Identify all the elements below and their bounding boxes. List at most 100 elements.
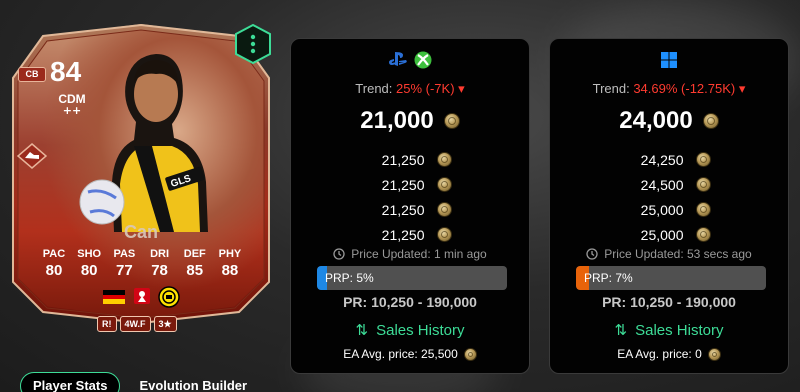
prp-label: PRP: 7%	[584, 271, 633, 285]
playstation-icon	[389, 52, 407, 66]
price-range: PR: 10,250 - 190,000	[343, 294, 477, 310]
price-updated-text: Price Updated: 1 min ago	[351, 247, 487, 261]
price-row: 21,250	[291, 147, 529, 172]
price-row: 21,250	[291, 172, 529, 197]
club-crest-icon	[158, 286, 180, 308]
prp-bar: PRP: 5%	[317, 266, 507, 290]
sort-arrows-icon: ⇅	[355, 322, 369, 339]
trend-label: Trend:	[592, 81, 630, 96]
price-row: 21,250	[291, 222, 529, 247]
position-plus: ++	[62, 104, 82, 117]
card-traits: R! 4W.F 3★	[97, 316, 177, 332]
console-price-panel: Trend: 25% (-7K) ▾ 21,000 21,250 21,250 …	[290, 38, 530, 374]
trait-badge: 4W.F	[119, 316, 151, 332]
coin-icon	[436, 152, 452, 167]
price-value: 21,250	[381, 176, 425, 193]
price-row: 25,000	[550, 197, 788, 222]
sales-history-link[interactable]: ⇅ Sales History	[550, 321, 788, 340]
coin-icon	[695, 202, 711, 217]
stat-value: 85	[186, 262, 204, 279]
price-list: 24,250 24,500 25,000 25,000	[550, 147, 788, 247]
coin-icon	[436, 177, 452, 192]
price-value: 24,250	[640, 151, 684, 168]
coin-icon	[707, 347, 721, 361]
prp-label: PRP: 5%	[325, 271, 374, 285]
ea-average-price: EA Avg. price: 0	[550, 347, 788, 361]
platform-icons	[291, 51, 529, 69]
price-updated: Price Updated: 1 min ago	[291, 247, 529, 261]
trait-badge: 3★	[153, 316, 177, 332]
lowest-price: 24,000	[550, 107, 788, 135]
trend-label: Trend:	[355, 81, 393, 96]
stat-label: SHO	[77, 248, 102, 260]
platform-icons	[550, 51, 788, 69]
tab-evolution-builder[interactable]: Evolution Builder	[126, 372, 260, 392]
ea-average-price: EA Avg. price: 25,500	[291, 347, 529, 361]
price-row: 24,500	[550, 172, 788, 197]
coin-icon	[702, 113, 719, 129]
price-range: PR: 10,250 - 190,000	[602, 294, 736, 310]
stat-values: 80 80 77 78 85 88	[38, 262, 246, 279]
stat-label: PAC	[42, 248, 66, 260]
stat-label: PHY	[218, 248, 242, 260]
tab-bar: Player Stats Evolution Builder	[20, 372, 260, 392]
sales-history-label: Sales History	[376, 321, 465, 339]
nation-flag-icon	[103, 290, 125, 304]
trend-row: Trend: 25% (-7K) ▾	[291, 81, 529, 97]
vertical-dots-icon[interactable]	[234, 24, 272, 64]
price-value: 25,000	[640, 226, 684, 243]
trait-badge: R!	[97, 316, 117, 332]
stat-label: DRI	[150, 248, 170, 260]
coin-icon	[695, 177, 711, 192]
price-value: 21,250	[381, 201, 425, 218]
prp-bar: PRP: 7%	[576, 266, 766, 290]
ea-average-text: EA Avg. price: 0	[617, 347, 702, 361]
coin-icon	[436, 227, 452, 242]
clock-icon	[586, 248, 598, 260]
tab-player-stats[interactable]: Player Stats	[20, 372, 121, 392]
lowest-price-value: 24,000	[619, 107, 693, 134]
coin-icon	[463, 347, 477, 361]
sales-history-link[interactable]: ⇅ Sales History	[291, 321, 529, 340]
trend-row: Trend: 34.69% (-12.75K) ▾	[550, 81, 788, 97]
player-rating: 84	[50, 56, 82, 87]
coin-icon	[695, 152, 711, 167]
stat-value: 80	[45, 262, 63, 279]
playstyle-icon	[17, 143, 47, 169]
price-value: 21,250	[381, 226, 425, 243]
player-name: Can	[123, 222, 158, 242]
league-logo-icon	[134, 288, 150, 304]
windows-icon	[661, 52, 677, 68]
xbox-icon	[414, 51, 432, 69]
lowest-price: 21,000	[291, 107, 529, 135]
price-value: 24,500	[640, 176, 684, 193]
trend-value: 34.69% (-12.75K)	[633, 81, 736, 96]
price-row: 21,250	[291, 197, 529, 222]
stat-label: DEF	[183, 248, 206, 260]
sort-arrows-icon: ⇅	[614, 322, 628, 339]
price-updated-text: Price Updated: 53 secs ago	[604, 247, 752, 261]
ea-average-text: EA Avg. price: 25,500	[343, 347, 458, 361]
price-list: 21,250 21,250 21,250 21,250	[291, 147, 529, 247]
alt-position-badge: CB	[18, 67, 46, 82]
coin-icon	[443, 113, 460, 129]
clock-icon	[333, 248, 345, 260]
price-value: 21,250	[381, 151, 425, 168]
price-row: 25,000	[550, 222, 788, 247]
coin-icon	[436, 202, 452, 217]
stat-value: 77	[116, 262, 133, 279]
player-portrait: GLS	[79, 54, 208, 232]
stat-label: PAS	[113, 248, 136, 260]
trend-down-icon: ▾	[458, 81, 465, 96]
sales-history-label: Sales History	[635, 321, 724, 339]
price-value: 25,000	[640, 201, 684, 218]
stat-labels: PAC SHO PAS DRI DEF PHY	[38, 248, 246, 260]
stat-value: 80	[80, 262, 98, 279]
trend-value: 25% (-7K)	[396, 81, 455, 96]
price-updated: Price Updated: 53 secs ago	[550, 247, 788, 261]
stat-value: 78	[151, 262, 168, 279]
lowest-price-value: 21,000	[360, 107, 434, 134]
pc-price-panel: Trend: 34.69% (-12.75K) ▾ 24,000 24,250 …	[549, 38, 789, 374]
price-row: 24,250	[550, 147, 788, 172]
trend-down-icon: ▾	[738, 81, 746, 96]
